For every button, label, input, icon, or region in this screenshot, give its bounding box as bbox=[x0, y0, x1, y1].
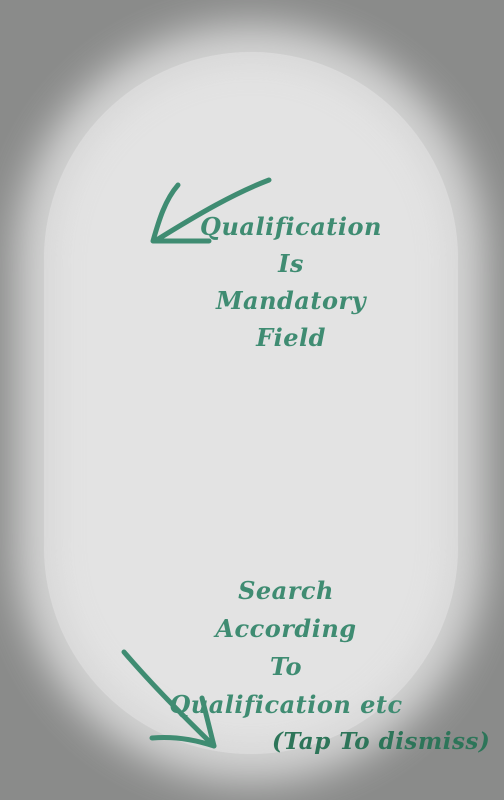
hint-bottom-line1: Search According bbox=[215, 576, 357, 643]
hint-top-line1: Qualification bbox=[200, 212, 382, 241]
tap-to-dismiss-label[interactable]: (Tap To dismiss) bbox=[272, 728, 502, 755]
hint-top-line4: Field bbox=[256, 323, 326, 352]
arrow-down-right-icon bbox=[121, 649, 217, 749]
tutorial-overlay[interactable]: Qualification Is Mandatory Field Search … bbox=[0, 0, 504, 800]
qualification-mandatory-hint: Qualification Is Mandatory Field bbox=[196, 208, 386, 356]
hint-top-line2: Is bbox=[278, 249, 304, 278]
hint-top-line3: Mandatory bbox=[215, 286, 367, 315]
